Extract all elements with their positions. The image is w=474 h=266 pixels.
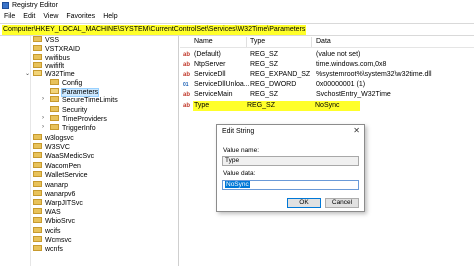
tree-item[interactable]: SecureTimeLimits: [50, 96, 118, 106]
close-icon[interactable]: ✕: [353, 126, 360, 135]
string-value-icon: ab: [183, 72, 191, 78]
menu-favorites[interactable]: Favorites: [66, 11, 95, 23]
folder-icon: [33, 36, 42, 43]
value-row-type[interactable]: ab Type REG_SZ NoSync: [180, 101, 474, 111]
folder-icon: [33, 217, 42, 224]
menu-bar: File Edit View Favorites Help: [0, 11, 474, 23]
folder-icon: [50, 124, 59, 131]
string-value-icon: ab: [183, 103, 191, 109]
cancel-button[interactable]: Cancel: [325, 198, 359, 208]
column-header-type[interactable]: Type: [250, 36, 265, 48]
value-name-field[interactable]: Type: [222, 156, 359, 166]
edit-string-dialog: Edit String ✕ Value name: Type Value dat…: [216, 124, 365, 212]
menu-view[interactable]: View: [43, 11, 58, 23]
chevron-right-icon[interactable]: ›: [42, 96, 44, 102]
string-value-icon: ab: [183, 92, 191, 98]
folder-icon: [33, 190, 42, 197]
column-divider[interactable]: [311, 37, 312, 47]
tree-item[interactable]: wcnfs: [33, 245, 63, 255]
folder-icon: [33, 134, 42, 141]
column-header-name[interactable]: Name: [194, 36, 213, 48]
value-row[interactable]: ab ServiceDll REG_EXPAND_SZ %systemroot%…: [180, 70, 474, 80]
folder-icon: [33, 152, 42, 159]
string-value-icon: ab: [183, 62, 191, 68]
folder-icon: [33, 236, 42, 243]
tree-guide-line: [30, 36, 31, 266]
menu-file[interactable]: File: [4, 11, 15, 23]
folder-icon: [33, 45, 42, 52]
folder-icon: [33, 171, 42, 178]
column-divider[interactable]: [246, 37, 247, 47]
folder-open-icon: [33, 70, 42, 77]
chevron-down-icon[interactable]: ⌄: [25, 70, 30, 77]
menu-edit[interactable]: Edit: [23, 11, 35, 23]
value-name-label: Value name:: [223, 147, 260, 154]
chevron-right-icon[interactable]: ›: [42, 124, 44, 130]
address-bar[interactable]: Computer\HKEY_LOCAL_MACHINE\SYSTEM\Curre…: [0, 23, 474, 36]
value-row[interactable]: ab ServiceMain REG_SZ SvchostEntry_W32Ti…: [180, 90, 474, 100]
column-header-data[interactable]: Data: [316, 36, 331, 48]
value-row[interactable]: 01 ServiceDllUnloa... REG_DWORD 0x000000…: [180, 80, 474, 90]
folder-icon: [50, 106, 59, 113]
binary-value-icon: 01: [183, 82, 189, 88]
window-title: Registry Editor: [12, 2, 58, 9]
value-row[interactable]: ab (Default) REG_SZ (value not set): [180, 50, 474, 60]
tree-item[interactable]: WbioSrvc: [33, 217, 75, 227]
list-header: Name Type Data: [180, 36, 474, 48]
folder-icon: [33, 62, 42, 69]
menu-help[interactable]: Help: [103, 11, 117, 23]
folder-icon: [33, 162, 42, 169]
folder-icon: [33, 208, 42, 215]
title-bar: Registry Editor: [0, 0, 474, 11]
ok-button[interactable]: OK: [287, 198, 321, 208]
folder-icon: [50, 115, 59, 122]
dialog-title: Edit String: [222, 128, 255, 135]
value-data-input[interactable]: NoSync: [222, 180, 359, 190]
folder-icon: [33, 245, 42, 252]
folder-icon: [50, 96, 59, 103]
tree-item[interactable]: TriggerInfo: [50, 124, 96, 134]
folder-icon: [33, 227, 42, 234]
value-row[interactable]: ab NtpServer REG_SZ time.windows.com,0x8: [180, 60, 474, 70]
address-path[interactable]: Computer\HKEY_LOCAL_MACHINE\SYSTEM\Curre…: [2, 25, 307, 35]
chevron-right-icon[interactable]: ›: [42, 115, 44, 121]
tree-item[interactable]: WalletService: [33, 171, 88, 181]
folder-open-icon: [50, 88, 59, 95]
folder-icon: [33, 199, 42, 206]
string-value-icon: ab: [183, 52, 191, 58]
tree-item[interactable]: WaaSMedicSvc: [33, 152, 94, 162]
folder-icon: [33, 181, 42, 188]
folder-icon: [33, 54, 42, 61]
key-tree[interactable]: VSS VSTXRAID vwifibus vwififlt ⌄ W32Time…: [0, 36, 179, 266]
folder-icon: [33, 143, 42, 150]
value-data-label: Value data:: [223, 170, 256, 177]
folder-icon: [50, 79, 59, 86]
registry-editor-icon: [2, 2, 9, 9]
